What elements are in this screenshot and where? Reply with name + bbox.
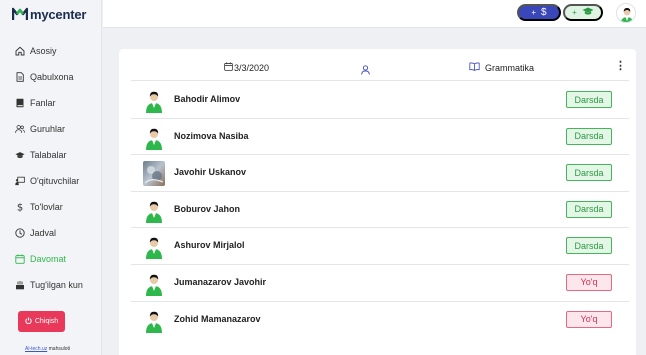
- sidebar-item-qabulxona[interactable]: Qabulxona: [0, 64, 102, 90]
- student-name: Zohid Mamanazarov: [174, 313, 261, 324]
- sidebar-item-tug-ilgan-kun[interactable]: Tug'ilgan kun: [0, 272, 102, 298]
- add-payment-button[interactable]: + $: [517, 4, 561, 21]
- brand[interactable]: mycenter: [11, 4, 87, 24]
- teacher-icon[interactable]: [361, 62, 370, 80]
- student-name: Boburov Jahon: [174, 203, 241, 214]
- attendance-status-toggle[interactable]: Yo'q: [566, 273, 612, 291]
- sidebar-item-label: Qabulxona: [30, 72, 74, 82]
- sidebar-item-label: To'lovlar: [30, 202, 63, 212]
- users-icon: [15, 124, 25, 134]
- book-icon: [15, 98, 25, 108]
- attendance-subject[interactable]: Grammatika: [469, 62, 534, 73]
- document-icon: [15, 72, 25, 82]
- sidebar-item-talabalar[interactable]: Talabalar: [0, 142, 102, 168]
- plus-label: +: [572, 8, 577, 17]
- student-row[interactable]: Jumanazarov Javohir Yo'q: [131, 265, 629, 302]
- plus-label: +: [531, 8, 537, 17]
- home-icon: [15, 46, 25, 56]
- attendance-header: 3/3/2020 Grammatika ⋮: [131, 57, 629, 81]
- attendance-status-toggle[interactable]: Darsda: [566, 127, 612, 145]
- logout-label: Chiqish: [34, 318, 59, 325]
- sidebar-item-label: Fanlar: [30, 98, 56, 108]
- student-row[interactable]: Ashurov Mirjalol Darsda: [131, 228, 629, 265]
- student-name: Jumanazarov Javohir: [174, 276, 267, 287]
- attendance-date[interactable]: 3/3/2020: [224, 62, 269, 73]
- mycenter-logo-icon: [11, 7, 29, 21]
- sidebar-item-label: Jadval: [30, 228, 57, 238]
- calendar-icon: [224, 62, 233, 73]
- birthday-cake-icon: [15, 280, 25, 290]
- student-avatar-icon: [143, 308, 165, 333]
- student-row[interactable]: Bahodir Alimov Darsda: [131, 82, 629, 119]
- open-book-icon: [469, 62, 480, 73]
- student-name: Ashurov Mirjalol: [174, 240, 245, 251]
- student-row[interactable]: Boburov Jahon Darsda: [131, 192, 629, 229]
- subject-name: Grammatika: [485, 62, 535, 73]
- graduation-cap-icon: [15, 150, 25, 160]
- chalkboard-icon: [15, 176, 25, 186]
- power-icon: [25, 317, 32, 326]
- add-student-button[interactable]: +: [563, 4, 603, 21]
- sidebar-item-o-qituvchilar[interactable]: O'qituvchilar: [0, 168, 102, 194]
- student-name: Javohir Uskanov: [174, 167, 247, 178]
- sidebar-item-label: Guruhlar: [30, 124, 66, 134]
- student-avatar-icon: [143, 234, 165, 260]
- student-avatar-icon: [143, 88, 165, 113]
- student-avatar-icon: [143, 125, 165, 150]
- student-list: Bahodir Alimov Darsda Nozimova Nasiba Darsd…: [131, 82, 629, 338]
- attendance-status-toggle[interactable]: Yo'q: [566, 310, 612, 328]
- brand-name: mycenter: [30, 6, 87, 22]
- sidebar-item-label: Talabalar: [30, 150, 67, 160]
- footer-link[interactable]: Al-tech.uz: [25, 346, 47, 352]
- topbar: + $ +: [103, 0, 646, 28]
- attendance-status-toggle[interactable]: Darsda: [566, 200, 612, 218]
- student-photo: [143, 161, 165, 187]
- logout-button[interactable]: Chiqish: [18, 311, 65, 332]
- sidebar-item-label: Davomat: [30, 254, 67, 264]
- footer-note: Al-tech.uz mahsuloti: [25, 346, 70, 352]
- sidebar-item-jadval[interactable]: Jadval: [0, 220, 102, 246]
- sidebar: mycenter Asosiy Qabulxona Fanlar Guruhlar Ta…: [0, 0, 102, 355]
- date-value: 3/3/2020: [234, 62, 270, 73]
- sidebar-item-asosiy[interactable]: Asosiy: [0, 38, 102, 64]
- clock-icon: [15, 228, 25, 238]
- student-name: Nozimova Nasiba: [174, 130, 249, 141]
- attendance-card: 3/3/2020 Grammatika ⋮ Bahodir Alimov Dars…: [119, 49, 636, 355]
- student-avatar-icon: [143, 198, 165, 223]
- student-row[interactable]: Nozimova Nasiba Darsda: [131, 119, 629, 156]
- sidebar-item-label: Asosiy: [30, 46, 57, 56]
- student-row[interactable]: Zohid Mamanazarov Yo'q: [131, 302, 629, 339]
- dollar-icon: $: [541, 7, 547, 18]
- attendance-status-toggle[interactable]: Darsda: [566, 164, 612, 182]
- more-options-icon[interactable]: ⋮: [615, 59, 626, 72]
- svg-text:$: $: [17, 203, 23, 212]
- sidebar-item-label: Tug'ilgan kun: [30, 280, 83, 290]
- attendance-status-toggle[interactable]: Darsda: [566, 91, 612, 108]
- sidebar-nav: Asosiy Qabulxona Fanlar Guruhlar Talabalar O'…: [0, 38, 102, 298]
- calendar-icon: [15, 254, 25, 264]
- user-avatar[interactable]: [616, 3, 636, 23]
- sidebar-item-fanlar[interactable]: Fanlar: [0, 90, 102, 116]
- footer-text: mahsuloti: [48, 346, 71, 352]
- sidebar-item-guruhlar[interactable]: Guruhlar: [0, 116, 102, 142]
- student-row[interactable]: Javohir Uskanov Darsda: [131, 155, 629, 192]
- student-avatar-icon: [143, 271, 165, 296]
- attendance-status-toggle[interactable]: Darsda: [566, 237, 612, 255]
- sidebar-item-label: O'qituvchilar: [30, 176, 80, 186]
- sidebar-item-davomat[interactable]: Davomat: [0, 246, 102, 272]
- graduation-cap-icon: [582, 7, 594, 18]
- student-name: Bahodir Alimov: [174, 94, 241, 104]
- sidebar-item-to-lovlar[interactable]: $ To'lovlar: [0, 194, 102, 220]
- dollar-icon: $: [15, 202, 25, 212]
